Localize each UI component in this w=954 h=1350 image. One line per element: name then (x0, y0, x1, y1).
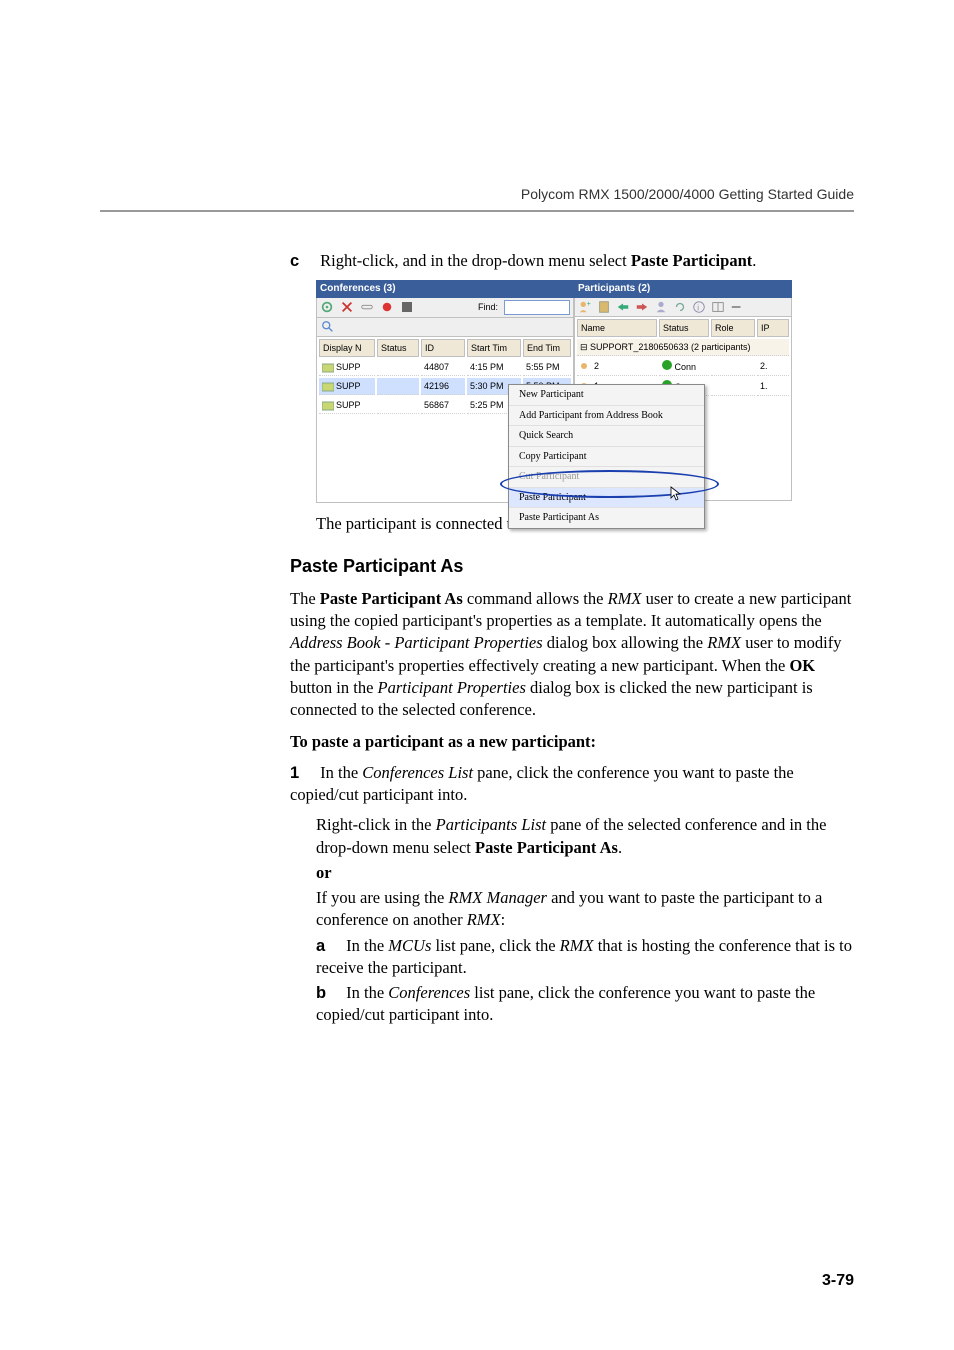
info-icon[interactable]: i (692, 300, 706, 314)
menu-copy-participant[interactable]: Copy Participant (509, 447, 704, 468)
status-connected-icon (662, 360, 672, 370)
heading-paste-as: Paste Participant As (290, 554, 854, 578)
participant-icon (580, 362, 592, 372)
embedded-screenshot: Conferences (3) Find: Display N (290, 280, 854, 503)
add-participant-icon[interactable]: + (578, 300, 592, 314)
svg-text:i: i (697, 303, 699, 312)
user-icon[interactable] (654, 300, 668, 314)
step-1-continue-2: If you are using the RMX Manager and you… (316, 887, 854, 932)
col-status[interactable]: Status (377, 339, 419, 357)
procedure-lead: To paste a participant as a new particip… (290, 731, 854, 753)
context-menu: New Participant Add Participant from Add… (508, 384, 705, 529)
menu-paste-participant-as[interactable]: Paste Participant As (509, 508, 704, 528)
participants-toolbar: + i (574, 298, 792, 317)
table-row[interactable]: SUPP 44807 4:15 PM 5:55 PM (319, 359, 571, 376)
svg-text:+: + (587, 301, 591, 308)
menu-quick-search[interactable]: Quick Search (509, 426, 704, 447)
col-pstatus[interactable]: Status (659, 319, 709, 337)
step-1: 1 In the Conferences List pane, click th… (290, 762, 854, 807)
col-start[interactable]: Start Tim (467, 339, 521, 357)
page-number: 3-79 (822, 1272, 854, 1290)
menu-cut-participant: Cut Participant (509, 467, 704, 488)
conference-icon (322, 363, 334, 373)
menu-add-from-book[interactable]: Add Participant from Address Book (509, 406, 704, 427)
conferences-titlebar: Conferences (3) (316, 280, 574, 298)
step-1-continue-1: Right-click in the Participants List pan… (316, 814, 854, 859)
refresh-icon[interactable] (673, 300, 687, 314)
col-name[interactable]: Name (577, 319, 657, 337)
book-icon[interactable] (597, 300, 611, 314)
search-icon[interactable] (321, 320, 335, 334)
col-ip[interactable]: IP (757, 319, 789, 337)
layout-icon[interactable] (711, 300, 725, 314)
group-row[interactable]: ⊟ SUPPORT_2180650633 (2 participants) (577, 339, 789, 356)
find-input[interactable] (504, 300, 570, 315)
col-display[interactable]: Display N (319, 339, 375, 357)
col-id[interactable]: ID (421, 339, 465, 357)
running-header: Polycom RMX 1500/2000/4000 Getting Start… (521, 186, 854, 202)
step-1-or: or (316, 862, 854, 884)
conferences-toolbar: Find: (316, 298, 574, 318)
menu-new-participant[interactable]: New Participant (509, 385, 704, 406)
substep-letter-a: a (316, 935, 342, 957)
conference-icon (322, 382, 334, 392)
step-c: c Right-click, and in the drop-down menu… (290, 250, 854, 272)
step-c-text-2: . (752, 251, 756, 270)
more-icon[interactable] (730, 300, 744, 314)
substep-letter-b: b (316, 982, 342, 1004)
find-label: Find: (478, 301, 498, 313)
connect-icon[interactable] (616, 300, 630, 314)
step-c-bold: Paste Participant (631, 251, 752, 270)
delete-icon[interactable] (340, 300, 354, 314)
cursor-icon (670, 486, 682, 502)
participants-titlebar: Participants (2) (574, 280, 792, 298)
col-end[interactable]: End Tim (523, 339, 571, 357)
stop-icon[interactable] (402, 302, 412, 312)
gear-icon[interactable] (320, 300, 334, 314)
step-letter-c: c (290, 250, 316, 272)
conference-icon (322, 401, 334, 411)
link-icon[interactable] (360, 300, 374, 314)
header-rule (100, 210, 854, 212)
record-icon[interactable] (380, 300, 394, 314)
table-row[interactable]: 2 Conn 2. (577, 358, 789, 376)
step-number-1: 1 (290, 762, 316, 784)
search-toolbar (316, 318, 574, 337)
col-role[interactable]: Role (711, 319, 755, 337)
disconnect-icon[interactable] (635, 300, 649, 314)
substep-a: a In the MCUs list pane, click the RMX t… (316, 935, 854, 980)
body-paragraph: The Paste Participant As command allows … (290, 588, 854, 722)
substep-b: b In the Conferences list pane, click th… (316, 982, 854, 1027)
step-c-text-1: Right-click, and in the drop-down menu s… (320, 251, 631, 270)
